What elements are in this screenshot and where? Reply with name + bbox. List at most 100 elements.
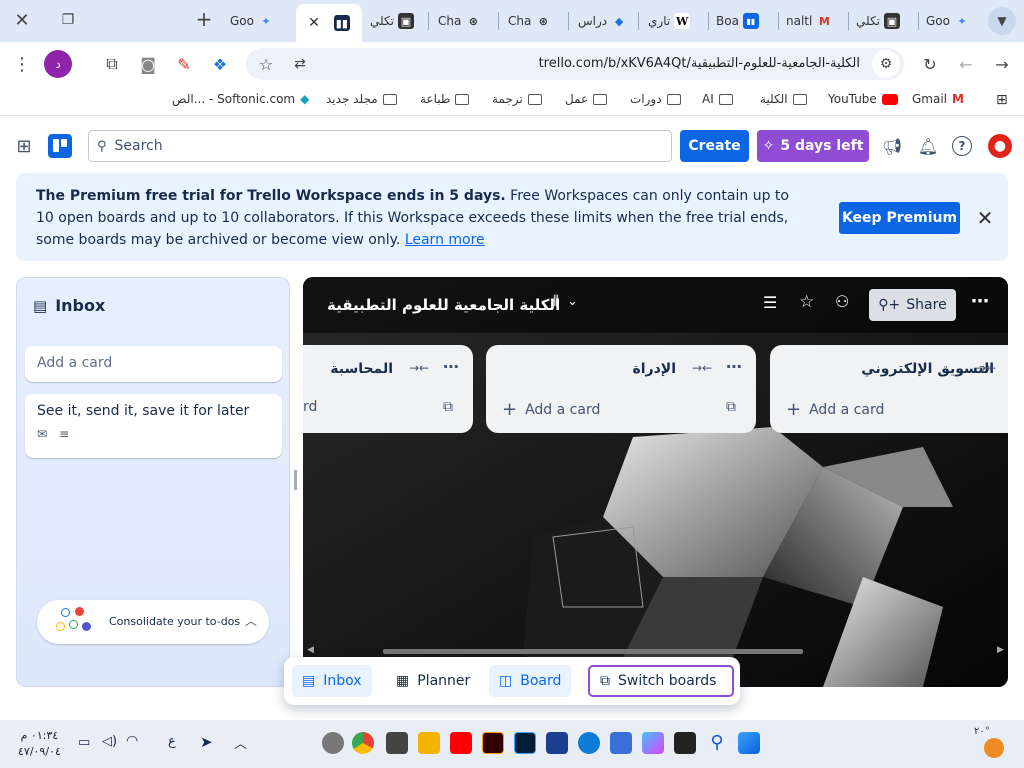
list-title[interactable]: المحاسبة	[330, 361, 393, 377]
search-icon[interactable]: ⚲	[706, 732, 728, 754]
address-bar[interactable]: ☆ ⇄ trello.com/b/xKV6A4Qt/الكلية-الجامعي…	[246, 48, 904, 80]
close-tab-icon[interactable]: ✕	[308, 15, 320, 31]
switch-boards-button[interactable]: ⧉ Switch boards	[588, 665, 734, 697]
members-icon[interactable]: ⚇	[835, 292, 849, 311]
bookmark-folder[interactable]: طباعة	[420, 92, 470, 106]
tab[interactable]: Boa ▮▮	[716, 6, 772, 36]
tab[interactable]: Cha ⊛	[508, 6, 564, 36]
tab[interactable]: تكلي ▣	[370, 6, 426, 36]
bookmark-folder[interactable]: مجلد جديد	[326, 92, 397, 106]
card-template-icon[interactable]: ⧉	[443, 399, 453, 415]
bookmark-folder[interactable]: عمل	[565, 92, 608, 106]
board-toggle-button[interactable]: ◫ Board	[489, 665, 572, 697]
store-app-icon[interactable]	[610, 732, 632, 754]
keep-premium-button[interactable]: Keep Premium	[839, 202, 960, 234]
notepad-app-icon[interactable]	[546, 732, 568, 754]
trello-logo[interactable]	[48, 134, 72, 158]
reload-icon[interactable]: ↻	[916, 50, 944, 78]
menu-kebab-icon[interactable]: ⋮	[8, 50, 36, 78]
chevron-up-icon[interactable]: ︿	[234, 733, 247, 752]
profile-avatar[interactable]: د	[44, 50, 72, 78]
list-menu-icon[interactable]: ⋯	[726, 357, 742, 376]
bookmark-star-icon[interactable]: ☆	[252, 50, 280, 78]
add-card-button[interactable]: + Add a card	[786, 399, 884, 420]
collapse-list-icon[interactable]: →←	[692, 361, 712, 375]
tab-active-trello[interactable]: ✕ ▮▮	[296, 4, 362, 42]
bell-icon[interactable]: 🔔︎	[916, 134, 940, 158]
account-avatar[interactable]: ●	[988, 134, 1012, 158]
camera-icon[interactable]: ◙	[134, 50, 162, 78]
list-column[interactable]: المحاسبة →← ⋯ rd ⧉	[303, 345, 473, 433]
weather-sun-icon[interactable]	[984, 738, 1004, 758]
inbox-add-card-input[interactable]: Add a card	[25, 346, 282, 382]
bookmark-youtube[interactable]: YouTube	[828, 92, 898, 106]
terminal-app-icon[interactable]	[674, 732, 696, 754]
board-title[interactable]: الكلية الجامعية للعلوم التطبيقية	[327, 296, 560, 314]
scroll-left-icon[interactable]: ◀	[307, 645, 314, 655]
inbox-toggle-button[interactable]: ▤ Inbox	[292, 665, 372, 697]
language-indicator[interactable]: ع	[168, 734, 176, 749]
filter-icon[interactable]: ☰	[763, 293, 777, 312]
settings-app-icon[interactable]	[322, 732, 344, 754]
scroll-right-icon[interactable]: ▶	[997, 645, 1004, 655]
translate-icon[interactable]: ⇄	[286, 50, 314, 78]
illustrator-app-icon[interactable]	[482, 732, 504, 754]
forward-icon[interactable]: ←	[952, 50, 980, 78]
board-view-switcher[interactable]: ⫼ ⌄	[553, 294, 578, 309]
bookmark-softonic[interactable]: الص... - Softonic.com ◆	[172, 92, 309, 106]
list-column[interactable]: التسويق الإلكتروني →← + Add a card	[770, 345, 1008, 433]
bookmark-folder[interactable]: الكلية	[760, 92, 807, 106]
more-menu-icon[interactable]: ⋯	[971, 291, 989, 312]
help-icon[interactable]: ?	[952, 136, 972, 156]
location-icon[interactable]: ➤	[200, 733, 213, 751]
tab[interactable]: تاري W	[648, 6, 704, 36]
app-switcher-icon[interactable]: ⊞	[12, 134, 36, 158]
chrome-app-icon[interactable]	[352, 732, 374, 754]
youtube-app-icon[interactable]	[450, 732, 472, 754]
list-title[interactable]: الإدراة	[632, 361, 676, 377]
list-column[interactable]: الإدراة →← ⋯ + Add a card ⧉	[486, 345, 756, 433]
copilot-app-icon[interactable]	[642, 732, 664, 754]
pen-app-icon[interactable]	[386, 732, 408, 754]
all-bookmarks-icon[interactable]: ⊞	[996, 92, 1008, 108]
trial-days-left-button[interactable]: ✧ 5 days left	[757, 130, 869, 162]
close-window-icon[interactable]: ✕	[8, 6, 36, 34]
card-template-icon[interactable]: ⧉	[726, 399, 736, 415]
close-banner-icon[interactable]: ✕	[972, 205, 998, 231]
tab[interactable]: Goo ✦	[230, 6, 286, 36]
tab[interactable]: Goo ✦	[926, 6, 978, 36]
start-button[interactable]	[738, 732, 760, 754]
inbox-card[interactable]: See it, send it, save it for later ✉ ≡	[25, 394, 282, 458]
site-settings-icon[interactable]: ⚙	[872, 50, 900, 78]
back-icon[interactable]: →	[988, 50, 1016, 78]
planner-toggle-button[interactable]: ▦ Planner	[386, 665, 480, 697]
file-explorer-icon[interactable]	[418, 732, 440, 754]
share-button[interactable]: ⚲+ Share	[869, 289, 956, 321]
tab[interactable]: Cha ⊛	[438, 6, 494, 36]
tab-search-chevron-icon[interactable]: ▼	[988, 7, 1016, 35]
learn-more-link[interactable]: Learn more	[405, 232, 485, 248]
star-icon[interactable]: ☆	[799, 292, 814, 312]
panel-resize-handle[interactable]	[294, 470, 297, 490]
tab[interactable]: تكلي ▣	[856, 6, 912, 36]
bookmark-gmail[interactable]: Gmail M	[912, 92, 964, 106]
list-menu-icon[interactable]: ⋯	[443, 357, 459, 376]
edge-app-icon[interactable]	[578, 732, 600, 754]
consolidate-todos-button[interactable]: Consolidate your to-dos ︿	[37, 600, 269, 644]
list-title[interactable]: التسويق الإلكتروني	[861, 361, 994, 377]
collapse-list-icon[interactable]: →←	[976, 361, 996, 375]
pen-extension-icon[interactable]: ✎	[170, 50, 198, 78]
volume-icon[interactable]: ◁)	[102, 734, 117, 749]
apps-extension-icon[interactable]: ❖	[206, 50, 234, 78]
bookmark-folder[interactable]: دورات	[630, 92, 681, 106]
bookmark-folder[interactable]: AI	[702, 92, 733, 106]
megaphone-icon[interactable]: 📢︎	[880, 134, 904, 158]
create-button[interactable]: Create	[680, 130, 749, 162]
new-tab-icon[interactable]: +	[190, 5, 218, 33]
photoshop-app-icon[interactable]	[514, 732, 536, 754]
wifi-icon[interactable]: ◠	[126, 733, 138, 749]
restore-window-icon[interactable]: ❐	[54, 6, 82, 34]
add-card-button[interactable]: + Add a card	[502, 399, 600, 420]
clock[interactable]: ٠١:٣٤ م ٤٧/٠٩/٠٤	[18, 728, 61, 760]
battery-icon[interactable]: ▭	[78, 735, 90, 750]
